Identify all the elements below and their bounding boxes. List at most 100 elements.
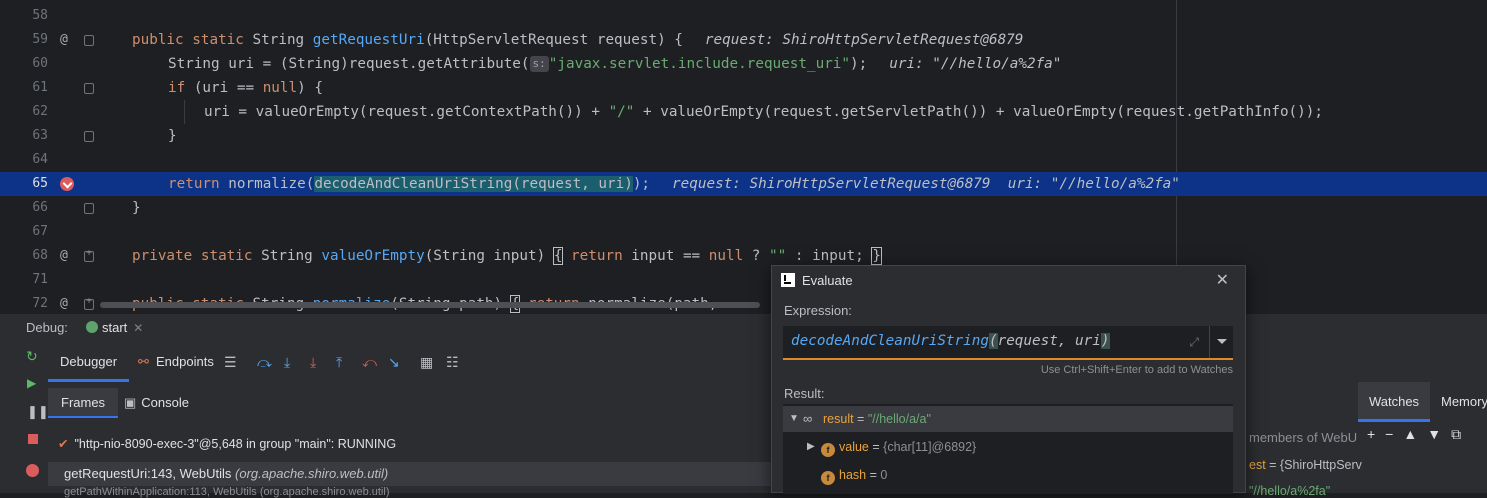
expand-fold-icon[interactable]: [84, 296, 94, 310]
rerun-icon[interactable]: ↻: [26, 348, 38, 365]
resume-icon[interactable]: ▶: [27, 376, 36, 390]
step-over-icon[interactable]: ⤼: [257, 354, 272, 371]
override-at-icon[interactable]: @: [60, 244, 68, 268]
session-tab-start[interactable]: start ✕: [86, 320, 143, 335]
fold-marker-icon[interactable]: [84, 131, 94, 142]
fold-marker-icon[interactable]: [84, 35, 94, 46]
line-number: 64: [32, 152, 48, 167]
line-number: 71: [32, 272, 48, 287]
watches-toolbar[interactable]: +−▲▼⧉: [1367, 426, 1471, 443]
code-line-58: 58: [0, 4, 1487, 28]
field-icon: f: [821, 443, 835, 457]
expression-text[interactable]: decodeAndCleanUriString(request, uri): [791, 333, 1110, 349]
code-text: uri = valueOrEmpty(request.getContextPat…: [204, 104, 1323, 120]
collapse-arrow-icon[interactable]: ▼: [789, 406, 799, 432]
code-text: private static String valueOrEmpty(Strin…: [132, 247, 882, 265]
fold-marker-icon[interactable]: [84, 203, 94, 214]
code-text: public static String getRequestUri(HttpS…: [132, 32, 1024, 48]
debug-title-bar: Debug: start ✕: [0, 314, 1487, 342]
step-into-icon[interactable]: ⤓: [284, 354, 290, 371]
console-icon: ▣: [124, 395, 137, 410]
line-number: 63: [32, 128, 48, 143]
code-line-62: 62 uri = valueOrEmpty(request.getContext…: [0, 100, 1487, 124]
inline-debug-hint: uri: "//hello/a%2fa": [889, 56, 1062, 72]
code-editor[interactable]: 58 59 @ public static String getRequestU…: [0, 0, 1487, 313]
expression-label: Expression:: [784, 303, 852, 318]
expand-arrow-icon[interactable]: ▶: [807, 434, 815, 460]
line-number: 61: [32, 80, 48, 95]
override-at-icon[interactable]: @: [60, 28, 68, 52]
expression-input[interactable]: decodeAndCleanUriString(request, uri) ⤢: [783, 326, 1233, 360]
code-text: }: [132, 200, 141, 216]
code-text: String uri = (String)request.getAttribut…: [168, 56, 1062, 72]
watch-row[interactable]: est = {ShiroHttpServ: [1249, 458, 1362, 472]
stop-icon[interactable]: [28, 434, 38, 444]
step-out-icon[interactable]: ⤒: [336, 354, 342, 371]
close-icon[interactable]: ✕: [1216, 270, 1229, 290]
field-icon: f: [821, 471, 835, 485]
pause-icon[interactable]: ❚❚: [27, 404, 49, 420]
breakpoint-icon[interactable]: [60, 177, 74, 191]
debug-bug-icon: [86, 321, 98, 333]
result-row[interactable]: ▶ f value = {char[11]@6892}: [783, 434, 1233, 460]
tab-watches[interactable]: Watches: [1358, 382, 1430, 422]
result-row[interactable]: f hash = 0: [783, 462, 1233, 488]
watches-info: members of WebU: [1249, 430, 1358, 445]
drop-frame-icon[interactable]: ⤺: [362, 354, 377, 371]
close-icon[interactable]: ✕: [133, 321, 143, 335]
stack-frame[interactable]: getPathWithinApplication:113, WebUtils (…: [48, 486, 772, 498]
result-tree: ▼ ∞ result = "//hello/a/a" ▶ f value = {c…: [783, 404, 1233, 494]
tab-console[interactable]: ▣ Console: [124, 388, 189, 418]
watch-glasses-icon: ∞: [803, 411, 813, 426]
check-icon: ✔: [58, 437, 69, 451]
frames-console-tabs: Frames ▣ Console: [48, 388, 772, 418]
code-line-64: 64: [0, 148, 1487, 172]
code-line-59: 59 @ public static String getRequestUri(…: [0, 28, 1487, 52]
line-number: 58: [32, 8, 48, 23]
inline-debug-hint: request: ShiroHttpServletRequest@6879 ur…: [672, 176, 1180, 192]
code-line-71: 71: [0, 268, 1487, 292]
horizontal-scrollbar[interactable]: [100, 302, 760, 308]
line-number: 60: [32, 56, 48, 71]
result-label: Result:: [784, 386, 825, 401]
history-dropdown-button[interactable]: [1209, 326, 1233, 358]
view-breakpoints-icon[interactable]: [26, 464, 39, 477]
expand-fold-icon[interactable]: [84, 248, 94, 262]
tab-memory[interactable]: Memory: [1441, 382, 1487, 422]
endpoints-icon: ⚯: [138, 354, 149, 369]
expand-icon[interactable]: ⤢: [1189, 335, 1199, 350]
evaluate-dialog: Evaluate ✕ Expression: decodeAndCleanUri…: [771, 265, 1246, 494]
selected-expression: decodeAndCleanUriString(request, uri): [314, 176, 633, 192]
debug-tool-window: Debug: start ✕ ↻ ▶ ❚❚ Debugger Endpoints …: [0, 313, 1487, 498]
dialog-title-bar[interactable]: Evaluate ✕: [772, 266, 1245, 294]
code-line-67: 67: [0, 220, 1487, 244]
stack-frame-selected[interactable]: getRequestUri:143, WebUtils (org.apache.…: [48, 462, 772, 486]
line-number: 59: [32, 32, 48, 47]
line-number: 67: [32, 224, 48, 239]
fold-marker-icon[interactable]: [84, 83, 94, 94]
code-line-65-current: 65 return normalize(decodeAndCleanUriStr…: [0, 172, 1487, 196]
line-number: 68: [32, 248, 48, 263]
force-step-into-icon[interactable]: ⤓: [310, 354, 316, 371]
param-hint-tag: s:: [529, 56, 549, 72]
line-number: 66: [32, 200, 48, 215]
code-line-66: 66 }: [0, 196, 1487, 220]
inline-debug-hint: request: ShiroHttpServletRequest@6879: [704, 32, 1024, 48]
trace-stream-icon[interactable]: ☷: [446, 354, 459, 371]
layout-menu-icon[interactable]: ☰: [224, 354, 237, 371]
code-text: if (uri == null) {: [168, 80, 323, 96]
tab-frames[interactable]: Frames: [48, 388, 119, 418]
tab-debugger[interactable]: Debugger: [48, 346, 130, 382]
thread-selector[interactable]: ✔ "http-nio-8090-exec-3"@5,648 in group "…: [48, 432, 772, 456]
code-text: return normalize(decodeAndCleanUriString…: [168, 176, 1180, 192]
line-number: 65: [32, 176, 48, 191]
override-at-icon[interactable]: @: [60, 292, 68, 313]
watch-row[interactable]: "//hello/a%2fa": [1249, 484, 1330, 498]
evaluate-expression-icon[interactable]: ▦: [420, 354, 433, 371]
dialog-title: Evaluate: [802, 273, 853, 288]
code-line-68: 68 @ private static String valueOrEmpty(…: [0, 244, 1487, 268]
debug-label: Debug:: [26, 320, 68, 335]
run-to-cursor-icon[interactable]: ↘: [388, 354, 400, 371]
result-row[interactable]: ▼ ∞ result = "//hello/a/a": [783, 406, 1233, 432]
code-text: }: [168, 128, 177, 144]
